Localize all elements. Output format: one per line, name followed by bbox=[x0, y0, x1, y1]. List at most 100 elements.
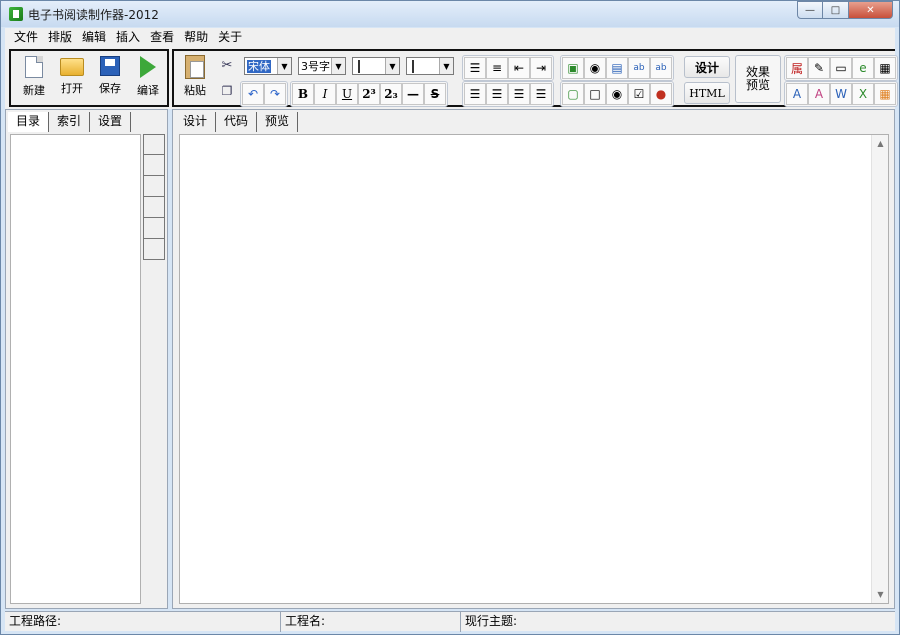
window-icon[interactable]: ▦ bbox=[874, 57, 896, 79]
save-button[interactable]: 保存 bbox=[91, 52, 129, 104]
align-left-icon[interactable]: ☰ bbox=[464, 83, 486, 105]
align-justify-icon[interactable]: ☰ bbox=[530, 83, 552, 105]
tree-tool-button[interactable] bbox=[143, 239, 165, 260]
tree-tool-button[interactable] bbox=[143, 155, 165, 176]
form-group: ▢ □ ◉ ☑ ● bbox=[560, 81, 674, 107]
contents-tree[interactable] bbox=[10, 134, 141, 604]
file-toolbar: 新建 打开 保存 编译 bbox=[9, 49, 169, 107]
preview-button[interactable]: 效果 预览 bbox=[735, 55, 781, 103]
close-icon: ✕ bbox=[866, 4, 875, 16]
undo-button[interactable]: ↶ bbox=[242, 83, 264, 105]
word-icon[interactable]: W bbox=[830, 83, 852, 105]
tree-tool-button[interactable] bbox=[143, 197, 165, 218]
app-window: 电子书阅读制作器-2012 — □ ✕ 文件 排版 编辑 插入 查看 帮助 关于… bbox=[0, 0, 900, 635]
tab-code[interactable]: 代码 bbox=[216, 112, 258, 132]
editor-canvas[interactable]: ▲ ▼ bbox=[179, 134, 889, 604]
strikethrough-button[interactable]: S bbox=[424, 83, 446, 105]
html-mode-button[interactable]: HTML bbox=[684, 82, 730, 104]
textbox-icon[interactable]: ab bbox=[628, 57, 650, 79]
redo-button[interactable]: ↷ bbox=[264, 83, 286, 105]
font-style-icon[interactable]: A bbox=[786, 83, 808, 105]
close-button[interactable]: ✕ bbox=[849, 1, 893, 19]
tree-tool-button[interactable] bbox=[143, 134, 165, 155]
menu-about[interactable]: 关于 bbox=[213, 28, 247, 47]
flash-icon[interactable]: ● bbox=[650, 83, 672, 105]
tab-preview[interactable]: 预览 bbox=[257, 112, 299, 132]
box-icon[interactable]: □ bbox=[584, 83, 606, 105]
menu-view[interactable]: 查看 bbox=[145, 28, 179, 47]
tab-settings[interactable]: 设置 bbox=[90, 112, 132, 132]
subscript-button[interactable]: 2₃ bbox=[380, 83, 402, 105]
italic-button[interactable]: I bbox=[314, 83, 336, 105]
compile-button[interactable]: 编译 bbox=[129, 52, 167, 104]
compile-label: 编译 bbox=[137, 84, 159, 97]
outdent-icon[interactable]: ⇤ bbox=[508, 57, 530, 79]
checkbox-icon[interactable]: ☑ bbox=[628, 83, 650, 105]
open-button[interactable]: 打开 bbox=[53, 52, 91, 104]
new-button[interactable]: 新建 bbox=[15, 52, 53, 104]
radio-icon[interactable]: ◉ bbox=[606, 83, 628, 105]
open-label: 打开 bbox=[61, 82, 83, 95]
horizontal-rule-button[interactable]: — bbox=[402, 83, 424, 105]
align-center-icon[interactable]: ☰ bbox=[486, 83, 508, 105]
tree-tool-button[interactable] bbox=[143, 176, 165, 197]
toolbar-area: 新建 打开 保存 编译 粘贴 ✂ ❐ 宋体 ▼ 3号字 ▼ ▼ ▼ ↶ ↷ B … bbox=[5, 47, 898, 109]
align-group: ☰ ☰ ☰ ☰ bbox=[462, 81, 554, 107]
vertical-scrollbar[interactable]: ▲ ▼ bbox=[871, 135, 888, 603]
tab-index[interactable]: 索引 bbox=[49, 112, 91, 132]
ordered-list-icon[interactable]: ☰ bbox=[464, 57, 486, 79]
font-select[interactable]: 宋体 ▼ bbox=[244, 57, 292, 75]
menu-bar: 文件 排版 编辑 插入 查看 帮助 关于 bbox=[5, 28, 895, 47]
field-icon[interactable]: ▭ bbox=[830, 57, 852, 79]
minimize-button[interactable]: — bbox=[797, 1, 823, 19]
fore-color-select[interactable]: ▼ bbox=[352, 57, 400, 75]
tree-tool-button[interactable] bbox=[143, 218, 165, 239]
ie-icon[interactable]: e bbox=[852, 57, 874, 79]
eyedropper-icon[interactable]: ✎ bbox=[808, 57, 830, 79]
unordered-list-icon[interactable]: ≡ bbox=[486, 57, 508, 79]
design-mode-button[interactable]: 设计 bbox=[684, 56, 730, 78]
cut-button[interactable]: ✂ bbox=[216, 55, 238, 75]
menu-layout[interactable]: 排版 bbox=[43, 28, 77, 47]
tree-tool-strip bbox=[143, 134, 165, 260]
excel-icon[interactable]: X bbox=[852, 83, 874, 105]
underline-button[interactable]: U bbox=[336, 83, 358, 105]
scroll-up-icon[interactable]: ▲ bbox=[872, 135, 889, 152]
textarea-icon[interactable]: ab bbox=[650, 57, 672, 79]
frame-icon[interactable]: ▢ bbox=[562, 83, 584, 105]
fore-color-swatch bbox=[358, 59, 360, 73]
window-title: 电子书阅读制作器-2012 bbox=[28, 8, 159, 22]
extra-tools-group-2: A A W X ▦ bbox=[784, 81, 898, 107]
menu-edit[interactable]: 编辑 bbox=[77, 28, 111, 47]
tab-design[interactable]: 设计 bbox=[175, 112, 217, 132]
wordart-icon[interactable]: A bbox=[808, 83, 830, 105]
tab-contents[interactable]: 目录 bbox=[8, 112, 50, 132]
menu-file[interactable]: 文件 bbox=[9, 28, 43, 47]
grid-icon[interactable]: ▦ bbox=[874, 83, 896, 105]
indent-icon[interactable]: ⇥ bbox=[530, 57, 552, 79]
text-style-group: B I U 2³ 2₃ — S bbox=[290, 81, 448, 107]
maximize-button[interactable]: □ bbox=[823, 1, 849, 19]
align-right-icon[interactable]: ☰ bbox=[508, 83, 530, 105]
properties-icon[interactable]: 属 bbox=[786, 57, 808, 79]
copy-icon: ❐ bbox=[221, 84, 233, 98]
scroll-down-icon[interactable]: ▼ bbox=[872, 586, 889, 603]
left-panel: 目录 索引 设置 bbox=[5, 109, 168, 609]
chevron-down-icon: ▼ bbox=[385, 58, 399, 74]
paste-button[interactable]: 粘贴 bbox=[178, 53, 212, 103]
image-icon[interactable]: ▣ bbox=[562, 57, 584, 79]
menu-help[interactable]: 帮助 bbox=[179, 28, 213, 47]
font-value: 宋体 bbox=[247, 60, 271, 73]
menu-insert[interactable]: 插入 bbox=[111, 28, 145, 47]
scissors-icon: ✂ bbox=[221, 57, 233, 73]
bold-button[interactable]: B bbox=[292, 83, 314, 105]
back-color-select[interactable]: ▼ bbox=[406, 57, 454, 75]
superscript-button[interactable]: 2³ bbox=[358, 83, 380, 105]
new-document-icon bbox=[25, 56, 43, 78]
paste-label: 粘贴 bbox=[184, 84, 206, 97]
copy-button[interactable]: ❐ bbox=[216, 81, 238, 101]
size-select[interactable]: 3号字 ▼ bbox=[298, 57, 346, 75]
media-icon[interactable]: ◉ bbox=[584, 57, 606, 79]
title-bar: 电子书阅读制作器-2012 — □ ✕ bbox=[1, 1, 899, 27]
table-icon[interactable]: ▤ bbox=[606, 57, 628, 79]
